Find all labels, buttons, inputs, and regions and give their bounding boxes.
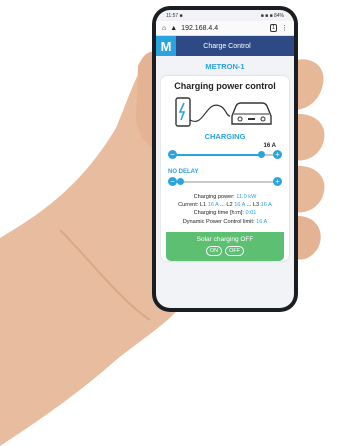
l2-label: L2 [226,202,233,209]
phone-screen: 11:57 ■ ■ ■ ■ 84% ⌂ ▲ 192.168.4.4 1 ⋮ M … [156,10,294,308]
dpc-label: Dynamic Power Control limit: [182,218,255,225]
charging-power-label: Charging power: [193,194,235,200]
smartphone: 11:57 ■ ■ ■ ■ 84% ⌂ ▲ 192.168.4.4 1 ⋮ M … [152,6,298,312]
tab-switcher-icon[interactable]: 1 [270,24,277,32]
solar-on-button[interactable]: ON [205,245,223,256]
plus-icon[interactable]: + [273,177,282,186]
browser-address-bar[interactable]: ⌂ ▲ 192.168.4.4 1 ⋮ [156,21,294,36]
car-icon [231,102,272,125]
delay-label: NO DELAY [168,169,199,175]
card-title: Charging power control [174,81,276,91]
ev-charger-icon [175,97,231,127]
header-title: Charge Control [203,42,251,50]
delay-slider-thumb[interactable] [176,178,184,185]
minus-icon[interactable]: − [168,150,177,159]
url-text[interactable]: 192.168.4.4 [181,25,266,32]
l1-value: 16 A [207,202,219,209]
l2-value: 16 A [234,202,246,209]
current-row: Current: L1 16 A ... L2 16 A ... L3 16 A [166,201,284,209]
menu-icon[interactable]: ⋮ [281,24,288,32]
lock-icon: ▲ [170,24,178,32]
current-slider-thumb[interactable] [257,151,265,158]
status-bar: 11:57 ■ ■ ■ ■ 84% [156,10,294,21]
separator-dots: ... [220,202,225,209]
device-name: METRON-1 [205,62,245,71]
solar-off-button[interactable]: OFF [225,245,245,256]
home-icon[interactable]: ⌂ [162,25,166,32]
charging-info: Charging power: 11.0 kW Current: L1 16 A… [166,193,284,226]
charging-illustration [175,97,272,127]
dpc-value: 16 A [256,218,268,225]
delay-slider-track [174,181,276,183]
l3-value: 16 A [260,202,272,209]
current-label: Current: [178,202,199,209]
separator-dots: ... [246,202,252,209]
l1-label: L1 [199,202,207,209]
plus-icon[interactable]: + [273,150,282,159]
solar-charging-label: Solar charging OFF [196,235,254,243]
dpc-row: Dynamic Power Control limit: 16 A [166,218,284,226]
app-header: M Charge Control [156,36,294,56]
charging-power-value: 11.0 kW [236,194,257,200]
status-bar-left: 11:57 ■ [166,12,183,19]
charging-time-value: 0:01 [245,210,257,217]
metron-logo: M [156,36,176,56]
current-slider[interactable]: − + [168,150,282,160]
charging-power-row: Charging power: 11.0 kW [166,193,284,201]
solar-charging-panel: Solar charging OFF ON OFF [166,231,284,261]
status-bar-right: ■ ■ ■ 84% [260,12,284,19]
current-setting-value: 16 A [263,143,276,149]
charging-time-label: Charging time [h:m]: [193,210,244,217]
charging-status: CHARGING [204,132,246,141]
delay-slider[interactable]: − + [168,177,282,187]
solar-toggle-group: ON OFF [166,245,284,256]
charging-time-row: Charging time [h:m]: 0:01 [166,209,284,217]
current-slider-fill [174,154,261,156]
charging-control-card: Charging power control CHARGING 16 A − +… [161,76,289,261]
l3-label: L3 [252,202,260,209]
minus-icon[interactable]: − [168,177,177,186]
